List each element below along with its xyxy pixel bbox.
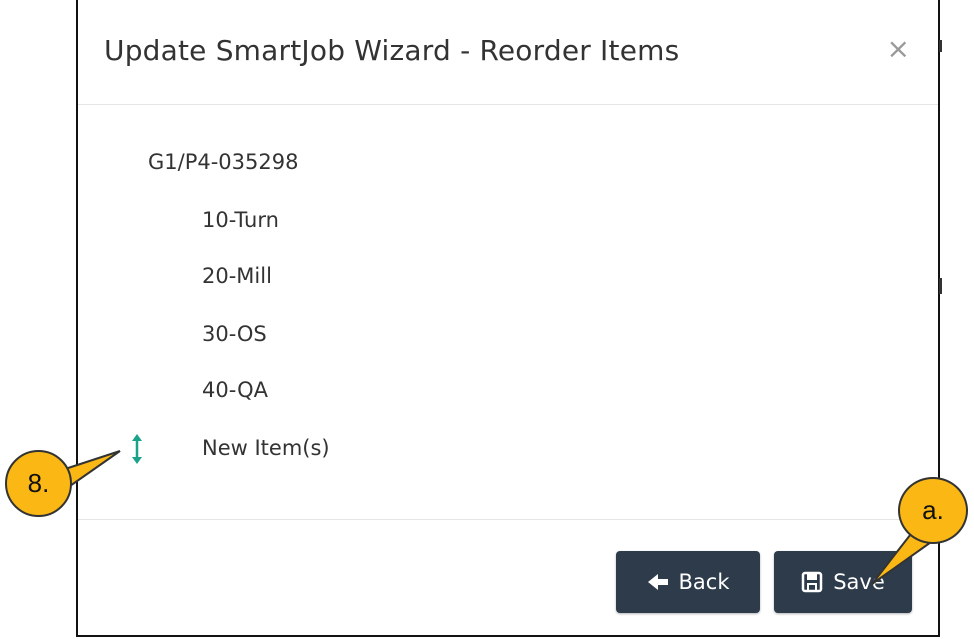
page-edge-mark: [939, 278, 942, 294]
dialog-title: Update SmartJob Wizard - Reorder Items: [104, 34, 680, 67]
tree-item-10-turn[interactable]: 10-Turn: [202, 208, 279, 232]
dialog-footer: Back Save: [78, 519, 938, 638]
back-button-label: Back: [678, 570, 730, 594]
close-icon[interactable]: ×: [887, 32, 910, 65]
page-edge-mark: [939, 40, 942, 52]
tree-item-20-mill[interactable]: 20-Mill: [202, 264, 272, 288]
tree-item-40-qa[interactable]: 40-QA: [202, 378, 268, 402]
back-button[interactable]: Back: [616, 551, 760, 613]
tree-root-item[interactable]: G1/P4-035298: [148, 150, 298, 174]
callout-a: a.: [898, 477, 968, 544]
vertical-resize-arrow-icon[interactable]: [130, 434, 144, 464]
dialog-header: Update SmartJob Wizard - Reorder Items ×: [78, 0, 938, 105]
tree-item-30-os[interactable]: 30-OS: [202, 322, 267, 346]
reorder-tree: G1/P4-035298 10-Turn 20-Mill 30-OS 40-QA…: [78, 104, 938, 518]
save-button-label: Save: [833, 570, 885, 594]
callout-8: 8.: [5, 450, 72, 517]
save-button[interactable]: Save: [774, 551, 912, 613]
floppy-disk-icon: [801, 571, 823, 593]
tree-item-new-items[interactable]: New Item(s): [202, 436, 330, 460]
arrow-left-icon: [647, 574, 668, 590]
reorder-dialog: Update SmartJob Wizard - Reorder Items ×…: [76, 0, 940, 637]
